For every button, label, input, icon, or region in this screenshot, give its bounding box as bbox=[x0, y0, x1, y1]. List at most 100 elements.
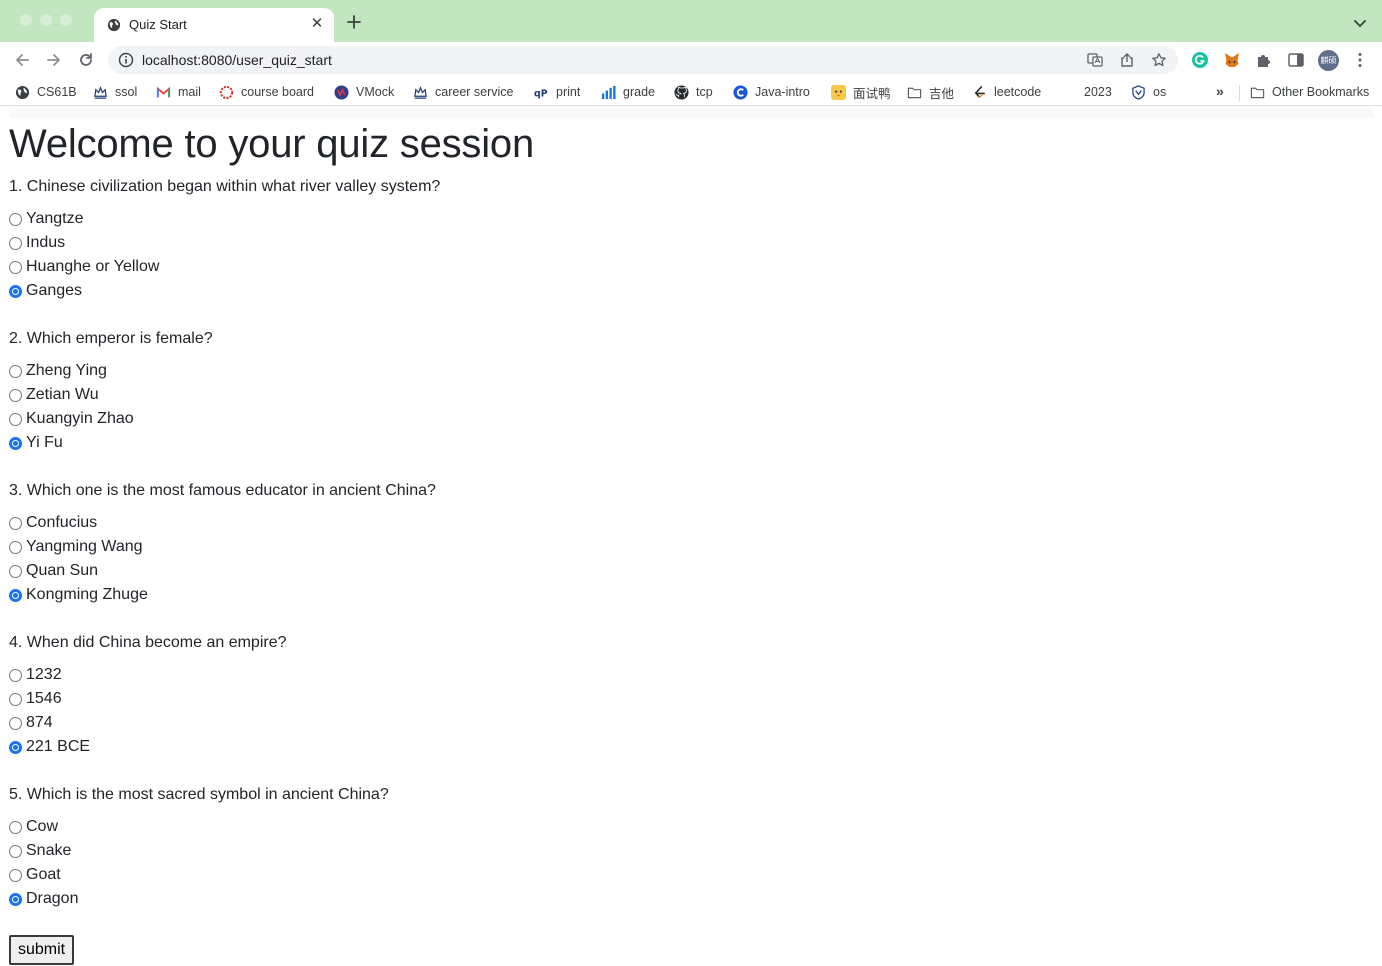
answer-option[interactable]: 874 bbox=[9, 711, 1373, 735]
tab-title: Quiz Start bbox=[129, 17, 187, 32]
answer-option[interactable]: Huanghe or Yellow bbox=[9, 255, 1373, 279]
extensions-puzzle-icon[interactable] bbox=[1255, 51, 1273, 69]
bookmark-mianshiya[interactable]: 面试鸭 bbox=[831, 83, 891, 101]
radio-unchecked-icon[interactable] bbox=[9, 716, 22, 730]
radio-checked-icon[interactable] bbox=[9, 740, 22, 754]
share-icon[interactable] bbox=[1119, 52, 1135, 68]
answer-option[interactable]: Kuangyin Zhao bbox=[9, 407, 1373, 431]
radio-unchecked-icon[interactable] bbox=[9, 212, 22, 226]
answer-option[interactable]: Zetian Wu bbox=[9, 383, 1373, 407]
radio-unchecked-icon[interactable] bbox=[9, 364, 22, 378]
tab-active[interactable]: Quiz Start ✕ bbox=[94, 8, 334, 42]
shield-logo-icon bbox=[1132, 84, 1145, 100]
bookmark-2023[interactable]: 2023 bbox=[1084, 83, 1112, 101]
answer-option[interactable]: Goat bbox=[9, 863, 1373, 887]
zoom-window-icon[interactable] bbox=[60, 14, 72, 26]
bookmark-grade[interactable]: grade bbox=[601, 83, 655, 101]
grammarly-icon[interactable] bbox=[1191, 51, 1209, 69]
radio-checked-icon[interactable] bbox=[9, 892, 22, 906]
bookmark-mail[interactable]: mail bbox=[156, 83, 201, 101]
bookmark-other-bookmarks[interactable]: Other Bookmarks bbox=[1250, 83, 1369, 101]
bookmark-career-service[interactable]: career service bbox=[413, 83, 514, 101]
answer-option[interactable]: 221 BCE bbox=[9, 735, 1373, 759]
bookmark-label: mail bbox=[178, 85, 201, 99]
radio-unchecked-icon[interactable] bbox=[9, 388, 22, 402]
bookmark-label: course board bbox=[241, 85, 314, 99]
bookmark-java-intro[interactable]: Java-intro bbox=[733, 83, 810, 101]
bookmark-label: 面试鸭 bbox=[853, 86, 891, 101]
chevron-down-icon[interactable] bbox=[1350, 16, 1370, 32]
answer-option[interactable]: Cow bbox=[9, 815, 1373, 839]
radio-unchecked-icon[interactable] bbox=[9, 668, 22, 682]
close-window-icon[interactable] bbox=[20, 14, 32, 26]
answer-option-label: Indus bbox=[26, 234, 66, 251]
answer-option-label: Snake bbox=[26, 842, 72, 859]
answer-option-label: Zetian Wu bbox=[26, 386, 99, 403]
bookmark-cs61b[interactable]: CS61B bbox=[15, 83, 77, 101]
answer-option[interactable]: Dragon bbox=[9, 887, 1373, 911]
radio-checked-icon[interactable] bbox=[9, 436, 22, 450]
bookmarks-overflow-chevron-icon[interactable]: » bbox=[1216, 83, 1224, 99]
new-tab-plus-icon[interactable] bbox=[344, 12, 364, 32]
answer-option[interactable]: Yi Fu bbox=[9, 431, 1373, 455]
answer-option[interactable]: Indus bbox=[9, 231, 1373, 255]
radio-unchecked-icon[interactable] bbox=[9, 692, 22, 706]
radio-unchecked-icon[interactable] bbox=[9, 844, 22, 858]
metamask-fox-icon[interactable] bbox=[1223, 51, 1241, 69]
profile-avatar[interactable]: 麒硕 bbox=[1318, 50, 1339, 71]
answer-option-label: Huanghe or Yellow bbox=[26, 258, 160, 275]
answer-option[interactable]: Zheng Ying bbox=[9, 359, 1373, 383]
bookmark-leetcode[interactable]: leetcode bbox=[972, 83, 1041, 101]
radio-unchecked-icon[interactable] bbox=[9, 564, 22, 578]
address-bar[interactable]: localhost:8080/user_quiz_start bbox=[108, 46, 1178, 74]
radio-unchecked-icon[interactable] bbox=[9, 868, 22, 882]
answer-option[interactable]: Kongming Zhuge bbox=[9, 583, 1373, 607]
bar-chart-icon bbox=[601, 85, 616, 99]
answer-option-label: Confucius bbox=[26, 514, 98, 531]
tab-close-icon[interactable]: ✕ bbox=[308, 15, 326, 33]
answer-option[interactable]: 1546 bbox=[9, 687, 1373, 711]
kebab-menu-icon[interactable] bbox=[1351, 51, 1369, 69]
radio-unchecked-icon[interactable] bbox=[9, 540, 22, 554]
side-panel-icon[interactable] bbox=[1287, 51, 1305, 69]
bookmark-course-board[interactable]: course board bbox=[219, 83, 314, 101]
answer-option[interactable]: Snake bbox=[9, 839, 1373, 863]
bookmark-print[interactable]: qP print bbox=[534, 83, 580, 101]
radio-unchecked-icon[interactable] bbox=[9, 260, 22, 274]
browser-toolbar: localhost:8080/user_quiz_start 麒硕 bbox=[0, 42, 1382, 78]
bookmark-os[interactable]: os bbox=[1131, 83, 1166, 101]
answer-option[interactable]: Yangming Wang bbox=[9, 535, 1373, 559]
bookmark-tcp[interactable]: tcp bbox=[674, 83, 713, 101]
bookmark-star-icon[interactable] bbox=[1151, 52, 1167, 68]
radio-unchecked-icon[interactable] bbox=[9, 236, 22, 250]
question-list: 1. Chinese civilization began within wha… bbox=[9, 175, 1373, 911]
translate-icon[interactable] bbox=[1087, 52, 1103, 68]
answer-option-label: Kongming Zhuge bbox=[26, 586, 148, 603]
submit-button[interactable]: submit bbox=[9, 935, 75, 965]
question-text: 2. Which emperor is female? bbox=[9, 330, 213, 347]
bookmark-folder-guitar[interactable]: 吉他 bbox=[907, 83, 954, 101]
bookmark-label: CS61B bbox=[37, 85, 77, 99]
radio-unchecked-icon[interactable] bbox=[9, 820, 22, 834]
radio-unchecked-icon[interactable] bbox=[9, 516, 22, 530]
answer-option[interactable]: Ganges bbox=[9, 279, 1373, 303]
answer-option[interactable]: 1232 bbox=[9, 663, 1373, 687]
radio-checked-icon[interactable] bbox=[9, 588, 22, 602]
bookmarks-bar: CS61B ssol mail course board VMock caree… bbox=[0, 78, 1382, 106]
answer-option[interactable]: Quan Sun bbox=[9, 559, 1373, 583]
site-info-icon[interactable] bbox=[118, 52, 134, 68]
forward-arrow-icon[interactable] bbox=[45, 51, 63, 69]
answer-option[interactable]: Confucius bbox=[9, 511, 1373, 535]
url-text[interactable]: localhost:8080/user_quiz_start bbox=[142, 52, 332, 68]
back-arrow-icon[interactable] bbox=[13, 51, 31, 69]
radio-checked-icon[interactable] bbox=[9, 284, 22, 298]
folder-icon bbox=[1250, 87, 1265, 98]
minimize-window-icon[interactable] bbox=[40, 14, 52, 26]
answer-option[interactable]: Yangtze bbox=[9, 207, 1373, 231]
radio-unchecked-icon[interactable] bbox=[9, 412, 22, 426]
reload-icon[interactable] bbox=[77, 51, 95, 69]
question-block: 3. Which one is the most famous educator… bbox=[9, 479, 1373, 607]
bookmark-ssol[interactable]: ssol bbox=[93, 83, 137, 101]
bookmark-label: 2023 bbox=[1084, 85, 1112, 99]
bookmark-vmock[interactable]: VMock bbox=[334, 83, 394, 101]
